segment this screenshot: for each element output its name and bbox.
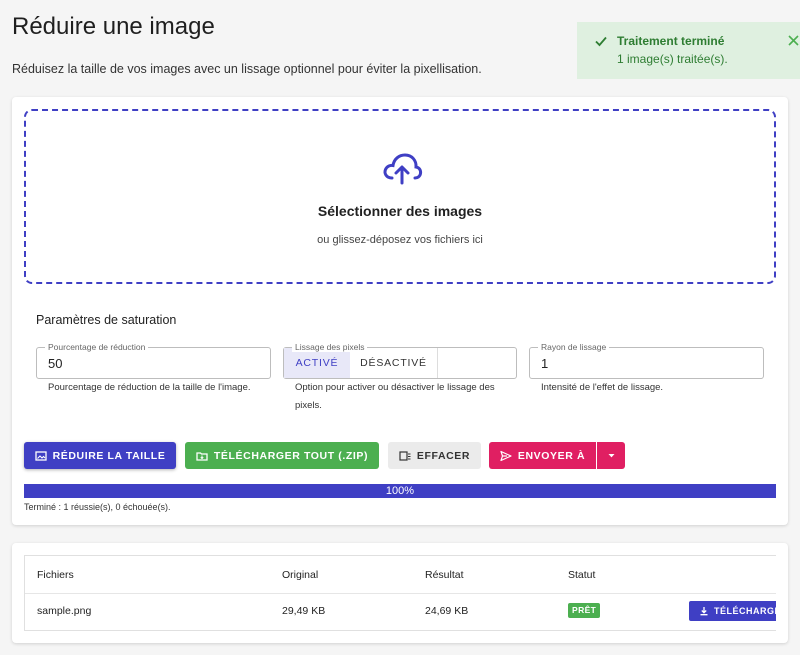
status-badge: PRÊT <box>568 603 601 618</box>
toggle-smoothing-on[interactable]: ACTIVÉ <box>284 348 350 378</box>
caret-down-icon <box>608 454 614 458</box>
radius-helper: Intensité de l'effet de lissage. <box>541 382 664 393</box>
smoothing-toggle-group: Lissage des pixels ACTIVÉ DÉSACTIVÉ <box>283 342 517 379</box>
row-download-button[interactable]: TÉLÉCHARGER <box>689 601 776 621</box>
clear-button[interactable]: EFFACER <box>388 442 481 469</box>
table-divider <box>25 593 776 594</box>
send-to-menu-button[interactable] <box>597 442 625 469</box>
check-icon <box>595 36 607 47</box>
header-result: Résultat <box>425 569 464 581</box>
progress-label: 100% <box>385 485 415 497</box>
reduce-size-label: RÉDUIRE LA TAILLE <box>52 449 166 462</box>
close-icon[interactable] <box>787 34 800 47</box>
upload-card: Sélectionner des images ou glissez-dépos… <box>12 97 788 525</box>
download-all-button[interactable]: TÉLÉCHARGER TOUT (.ZIP) <box>185 442 379 469</box>
send-to-label: ENVOYER À <box>517 449 586 462</box>
toast-message: 1 image(s) traitée(s). <box>617 52 728 66</box>
toggle-smoothing-off[interactable]: DÉSACTIVÉ <box>350 348 438 378</box>
reduce-size-button[interactable]: RÉDUIRE LA TAILLE <box>24 442 176 469</box>
reduction-input[interactable] <box>37 348 270 378</box>
send-icon <box>500 450 512 461</box>
page-title: Réduire une image <box>12 13 215 40</box>
header-original: Original <box>282 569 319 581</box>
send-to-button[interactable]: ENVOYER À <box>489 442 596 469</box>
page-description: Réduisez la taille de vos images avec un… <box>12 62 482 76</box>
cell-original-size: 29,49 KB <box>282 605 326 617</box>
header-files: Fichiers <box>37 569 74 581</box>
results-table: Fichiers Original Résultat Statut sample… <box>24 555 776 631</box>
reduction-helper: Pourcentage de réduction de la taille de… <box>48 382 251 393</box>
smoothing-helper: Option pour activer ou désactiver le lis… <box>295 382 495 411</box>
dropzone-subtitle: ou glissez-déposez vos fichiers ici <box>317 234 483 246</box>
results-card: Fichiers Original Résultat Statut sample… <box>12 543 788 643</box>
progress-status: Terminé : 1 réussie(s), 0 échouée(s). <box>24 502 171 512</box>
clear-list-icon <box>399 450 411 461</box>
cell-filename: sample.png <box>37 605 92 617</box>
toast-title: Traitement terminé <box>617 34 725 48</box>
clear-label: EFFACER <box>416 449 471 462</box>
settings-title: Paramètres de saturation <box>36 313 177 327</box>
cell-result-size: 24,69 KB <box>425 605 469 617</box>
progress-bar: 100% <box>24 484 776 498</box>
header-status: Statut <box>568 569 596 581</box>
radius-field: Rayon de lissage <box>529 342 764 379</box>
success-toast: Traitement terminé 1 image(s) traitée(s)… <box>577 22 800 79</box>
image-icon <box>34 450 47 461</box>
smoothing-label: Lissage des pixels <box>292 342 368 352</box>
row-download-label: TÉLÉCHARGER <box>714 606 776 616</box>
cloud-upload-icon <box>383 153 423 185</box>
dropzone-title: Sélectionner des images <box>317 203 483 219</box>
file-dropzone[interactable]: Sélectionner des images ou glissez-dépos… <box>24 109 776 284</box>
download-all-label: TÉLÉCHARGER TOUT (.ZIP) <box>213 449 369 462</box>
reduction-field: Pourcentage de réduction <box>36 342 271 379</box>
folder-download-icon <box>196 451 208 461</box>
radius-input[interactable] <box>530 348 763 378</box>
download-icon <box>700 607 708 616</box>
